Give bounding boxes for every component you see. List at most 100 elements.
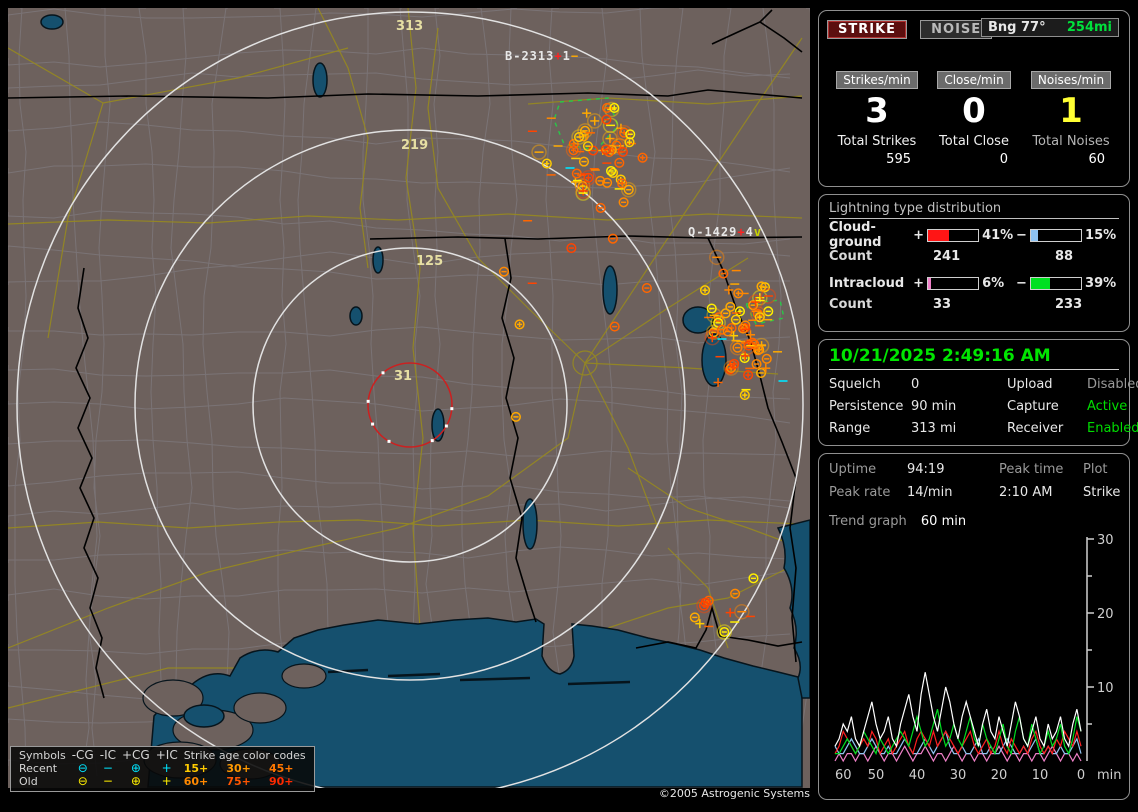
ic-neg-bar (1029, 276, 1083, 290)
cg-neg-pct: 15% (1085, 227, 1117, 243)
legend-row-old: Old ⊖ − ⊕ + 60+ 75+ 90+ (16, 774, 309, 789)
age-45: 45+ (268, 762, 294, 775)
squelch-label: Squelch (829, 377, 881, 392)
legend-old-label: Old (19, 775, 38, 788)
svg-text:60: 60 (835, 768, 852, 783)
cloud-ground-label: Cloud-ground (829, 220, 882, 250)
ring-label-219: 219 (401, 138, 428, 153)
app-root: { "header": { "strike_btn": "STRIKE", "n… (0, 0, 1138, 812)
receiver-status: Enabled (1087, 421, 1138, 436)
capture-status: Active (1087, 399, 1128, 414)
svg-text:0: 0 (1077, 768, 1085, 783)
range-value: 313 mi (911, 421, 957, 436)
total-strikes-label: Total Strikes (837, 134, 917, 149)
ic-pos-pct: 6% (982, 275, 1005, 291)
close-per-min-value: 0 (962, 91, 986, 131)
bearing-readout: Bng 77° 254mi (981, 18, 1119, 37)
stats-panel: STRIKE NOISE Bng 77° 254mi Strikes/min 3… (818, 10, 1130, 187)
bearing-label: Bng 77° (988, 20, 1046, 35)
trend-window-value: 60 min (920, 514, 967, 529)
lightning-map[interactable]: 31 125 219 313 B-2313+1− Q-1429+4v Symbols -C… (8, 8, 810, 800)
svg-text:20: 20 (1097, 607, 1114, 622)
trend-graph-label: Trend graph (829, 514, 907, 529)
strikes-per-min-value: 3 (865, 91, 889, 131)
cg-neg-count: 88 (1055, 248, 1074, 264)
minus-sign: − (1016, 227, 1027, 243)
cg-pos-pct: 41% (982, 227, 1014, 243)
strikes-per-min-chip[interactable]: Strikes/min (836, 71, 918, 89)
legend-header-age: Strike age color codes (183, 749, 306, 762)
cg-pos-count: 241 (933, 248, 961, 264)
legend-recent-label: Recent (19, 762, 58, 775)
intracloud-count-row: Count 33 233 (829, 293, 1119, 315)
plot-value: Strike (1083, 485, 1121, 500)
map-canvas[interactable]: 31 125 219 313 B-2313+1− Q-1429+4v (8, 8, 810, 788)
receiver-label: Receiver (1007, 421, 1064, 436)
datetime: 10/21/2025 2:49:16 AM (829, 346, 1119, 370)
count-label: Count (829, 296, 873, 312)
ic-neg-count: 233 (1055, 296, 1083, 312)
persistence-label: Persistence (829, 399, 904, 414)
total-noises-label: Total Noises (1032, 134, 1110, 149)
total-strikes-value: 595 (886, 152, 911, 167)
intracloud-row: Intracloud + 6% − 39% (829, 273, 1119, 293)
upload-status: Disabled (1087, 377, 1138, 392)
count-label: Count (829, 248, 873, 264)
svg-text:min: min (1097, 768, 1121, 783)
trend-series-cg- (834, 729, 1082, 755)
peak-rate-value: 14/min (907, 485, 953, 500)
total-close-label: Total Close (939, 134, 1009, 149)
svg-text:10: 10 (1032, 768, 1049, 783)
age-15: 15+ (183, 762, 209, 775)
cg-plus-icon: ⊕ (130, 774, 141, 788)
storm-label: Q-1429+4v (688, 225, 762, 239)
cloud-ground-row: Cloud-ground + 41% − 15% (829, 220, 1119, 250)
peak-time-label: Peak time (999, 462, 1064, 477)
svg-text:10: 10 (1097, 681, 1114, 696)
plus-sign: + (913, 275, 924, 291)
upload-label: Upload (1007, 377, 1053, 392)
ring-label-125: 125 (416, 254, 443, 269)
svg-text:50: 50 (868, 768, 885, 783)
uptime-label: Uptime (829, 462, 877, 477)
strike-mode-button[interactable]: STRIKE (827, 20, 908, 39)
plus-sign: + (913, 227, 924, 243)
uptime-value: 94:19 (907, 462, 945, 477)
trend-panel: Uptime 94:19 Peak time Plot Peak rate 14… (818, 453, 1130, 800)
minus-sign: − (1016, 275, 1027, 291)
intracloud-label: Intracloud (829, 275, 905, 291)
ic-pos-count: 33 (933, 296, 952, 312)
total-noises-value: 60 (1088, 152, 1105, 167)
age-75: 75+ (226, 775, 251, 788)
cg-minus-icon: ⊖ (77, 774, 88, 788)
noises-per-min-value: 1 (1059, 91, 1083, 131)
svg-text:20: 20 (991, 768, 1008, 783)
peak-time-value: 2:10 AM (999, 485, 1053, 500)
ic-neg-pct: 39% (1085, 275, 1117, 291)
ic-pos-bar (926, 276, 980, 290)
cloud-ground-count-row: Count 241 88 (829, 245, 1119, 267)
plot-label: Plot (1083, 462, 1108, 477)
status-panel: 10/21/2025 2:49:16 AM Squelch 0 Upload D… (818, 339, 1138, 446)
age-90: 90+ (268, 775, 294, 788)
svg-text:30: 30 (950, 768, 967, 783)
bearing-distance: 254mi (1066, 20, 1112, 35)
ic-minus-icon: − (102, 774, 113, 788)
total-close-value: 0 (999, 152, 1008, 167)
peak-rate-label: Peak rate (829, 485, 891, 500)
svg-text:40: 40 (909, 768, 926, 783)
squelch-value: 0 (911, 377, 920, 392)
noises-per-min-chip[interactable]: Noises/min (1030, 71, 1112, 89)
distribution-title: Lightning type distribution (829, 201, 1119, 219)
close-per-min-chip[interactable]: Close/min (937, 71, 1011, 89)
ic-plus-icon: + (161, 774, 172, 788)
distribution-panel: Lightning type distribution Cloud-ground… (818, 194, 1130, 332)
map-legend: Symbols -CG -IC +CG +IC Strike age color… (10, 746, 315, 792)
capture-label: Capture (1007, 399, 1059, 414)
trend-series-strikes (834, 672, 1082, 748)
age-30: 30+ (226, 762, 251, 775)
ring-label-313: 313 (396, 19, 423, 34)
ring-label-31: 31 (394, 369, 412, 384)
cg-pos-bar (926, 228, 980, 242)
trend-graph: 10 20 30 60 50 40 30 20 10 0 min (834, 533, 1121, 783)
